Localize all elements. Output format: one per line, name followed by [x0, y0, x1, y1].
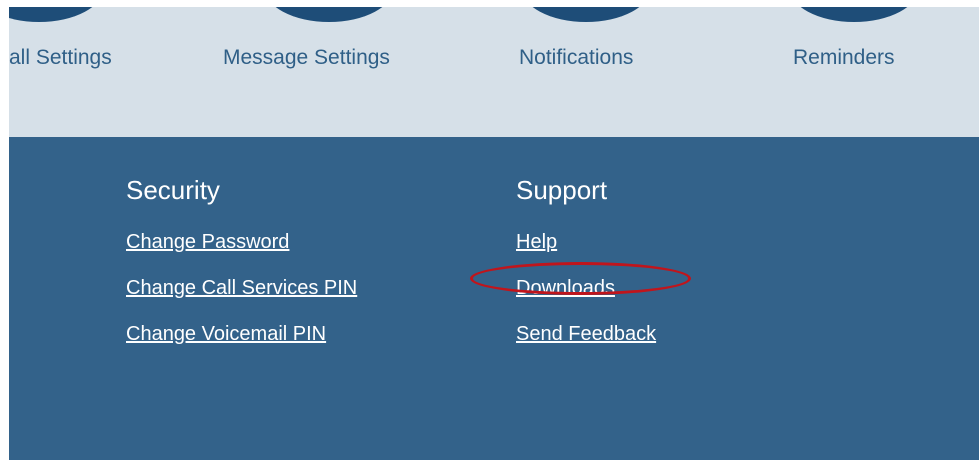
notifications-circle-icon[interactable] — [521, 7, 651, 22]
security-heading: Security — [126, 175, 220, 205]
message-settings-label[interactable]: Message Settings — [223, 46, 390, 70]
footer: Security Change Password Change Call Ser… — [9, 137, 979, 460]
message-settings-circle-icon[interactable] — [264, 7, 394, 22]
call-settings-label[interactable]: all Settings — [9, 46, 112, 70]
change-call-services-pin-link[interactable]: Change Call Services PIN — [126, 277, 357, 300]
change-password-link[interactable]: Change Password — [126, 231, 357, 254]
notifications-label[interactable]: Notifications — [519, 46, 633, 70]
page-frame: all Settings Message Settings Notificati… — [9, 7, 979, 460]
support-heading: Support — [516, 175, 608, 205]
send-feedback-link[interactable]: Send Feedback — [516, 323, 656, 346]
settings-row: all Settings Message Settings Notificati… — [9, 7, 979, 137]
reminders-circle-icon[interactable] — [789, 7, 919, 22]
change-voicemail-pin-link[interactable]: Change Voicemail PIN — [126, 323, 357, 346]
downloads-link[interactable]: Downloads — [516, 277, 656, 300]
support-column: Support Help Downloads Send Feedback — [516, 175, 656, 369]
reminders-label[interactable]: Reminders — [793, 46, 895, 70]
call-settings-circle-icon[interactable] — [9, 7, 104, 22]
security-column: Security Change Password Change Call Ser… — [126, 175, 357, 369]
help-link[interactable]: Help — [516, 231, 656, 254]
